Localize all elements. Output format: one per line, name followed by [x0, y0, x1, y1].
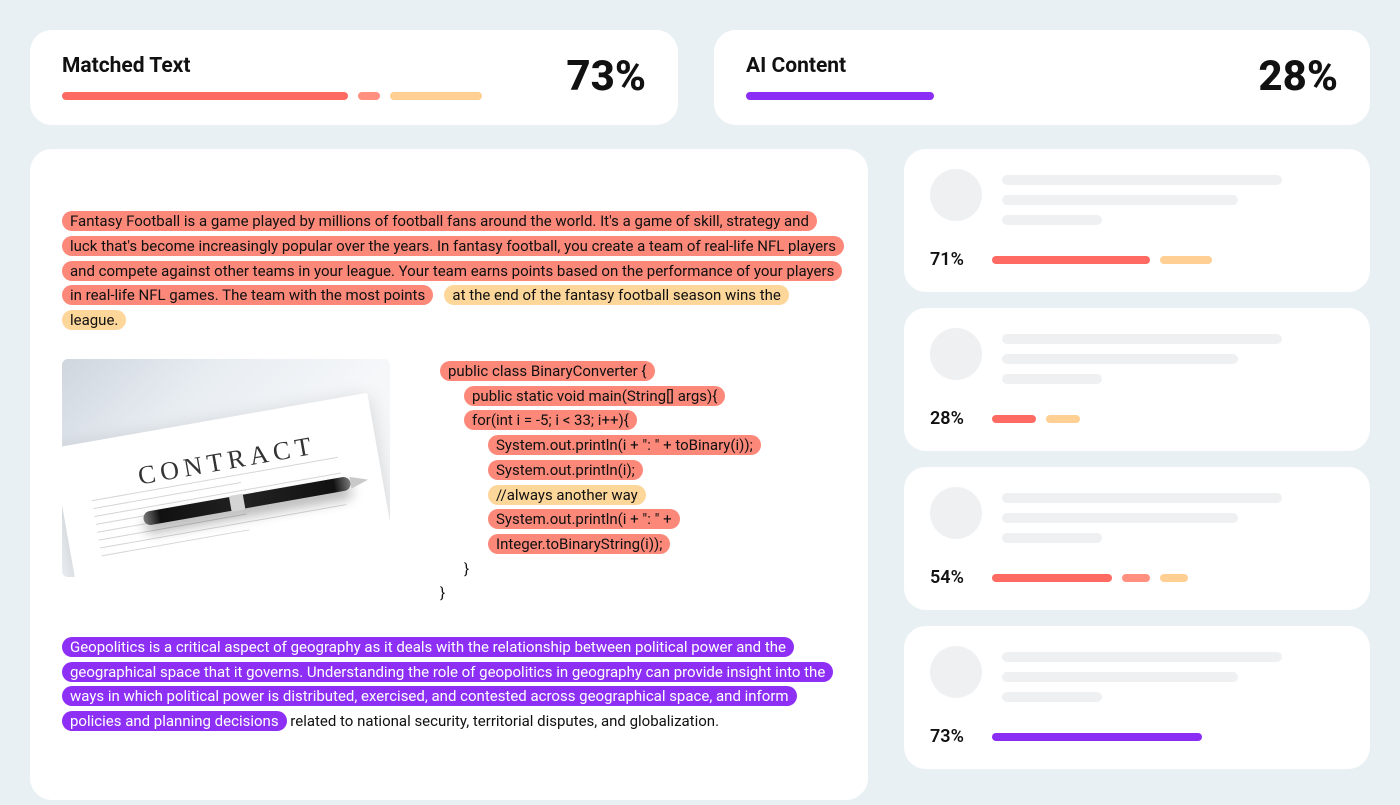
- match-card[interactable]: 71%: [904, 149, 1370, 292]
- match-pct: 73%: [930, 726, 974, 747]
- highlight-matched[interactable]: System.out.println(i);: [488, 460, 643, 480]
- code-block: public class BinaryConverter { public st…: [440, 359, 836, 605]
- highlight-matched[interactable]: public class BinaryConverter {: [440, 361, 655, 381]
- ai-content-label: AI Content: [746, 54, 934, 78]
- matched-text-label: Matched Text: [62, 54, 482, 78]
- matched-bar: [62, 92, 482, 100]
- match-bar: [992, 733, 1344, 741]
- match-pct: 54%: [930, 567, 974, 588]
- highlight-matched[interactable]: System.out.println(i + ": " + toBinary(i…: [488, 435, 761, 455]
- document-panel: Fantasy Football is a game played by mil…: [30, 149, 868, 800]
- match-card[interactable]: 28%: [904, 308, 1370, 451]
- match-card[interactable]: 73%: [904, 626, 1370, 769]
- match-bar: [992, 415, 1344, 423]
- ai-pct: 28%: [1258, 52, 1338, 101]
- highlight-matched[interactable]: System.out.println(i + ": " + Integer.to…: [488, 509, 680, 554]
- avatar: [930, 646, 982, 698]
- match-bar: [992, 574, 1344, 582]
- match-card[interactable]: 54%: [904, 467, 1370, 610]
- ai-content-card[interactable]: AI Content 28%: [714, 30, 1370, 125]
- paragraph-1: Fantasy Football is a game played by mil…: [62, 209, 836, 333]
- ai-bar: [746, 92, 934, 100]
- paragraph-2: Geopolitics is a critical aspect of geog…: [62, 635, 836, 734]
- summary-row: Matched Text 73% AI Content 28%: [30, 30, 1370, 125]
- match-bar: [992, 256, 1344, 264]
- avatar: [930, 487, 982, 539]
- highlight-matched[interactable]: for(int i = -5; i < 33; i++){: [464, 410, 637, 430]
- matches-column: 71% 28% 54% 73%: [904, 149, 1370, 800]
- contract-image: CONTRACT: [62, 359, 390, 577]
- highlight-partial[interactable]: //always another way: [488, 485, 646, 505]
- match-pct: 71%: [930, 249, 974, 270]
- image-and-code: CONTRACT public class BinaryConverter { …: [62, 359, 836, 605]
- avatar: [930, 169, 982, 221]
- avatar: [930, 328, 982, 380]
- matched-text-card[interactable]: Matched Text 73%: [30, 30, 678, 125]
- match-pct: 28%: [930, 408, 974, 429]
- highlight-matched[interactable]: public static void main(String[] args){: [464, 386, 725, 406]
- matched-pct: 73%: [566, 52, 646, 101]
- plain-text: related to national security, territoria…: [287, 712, 719, 730]
- main-row: Fantasy Football is a game played by mil…: [30, 149, 1370, 800]
